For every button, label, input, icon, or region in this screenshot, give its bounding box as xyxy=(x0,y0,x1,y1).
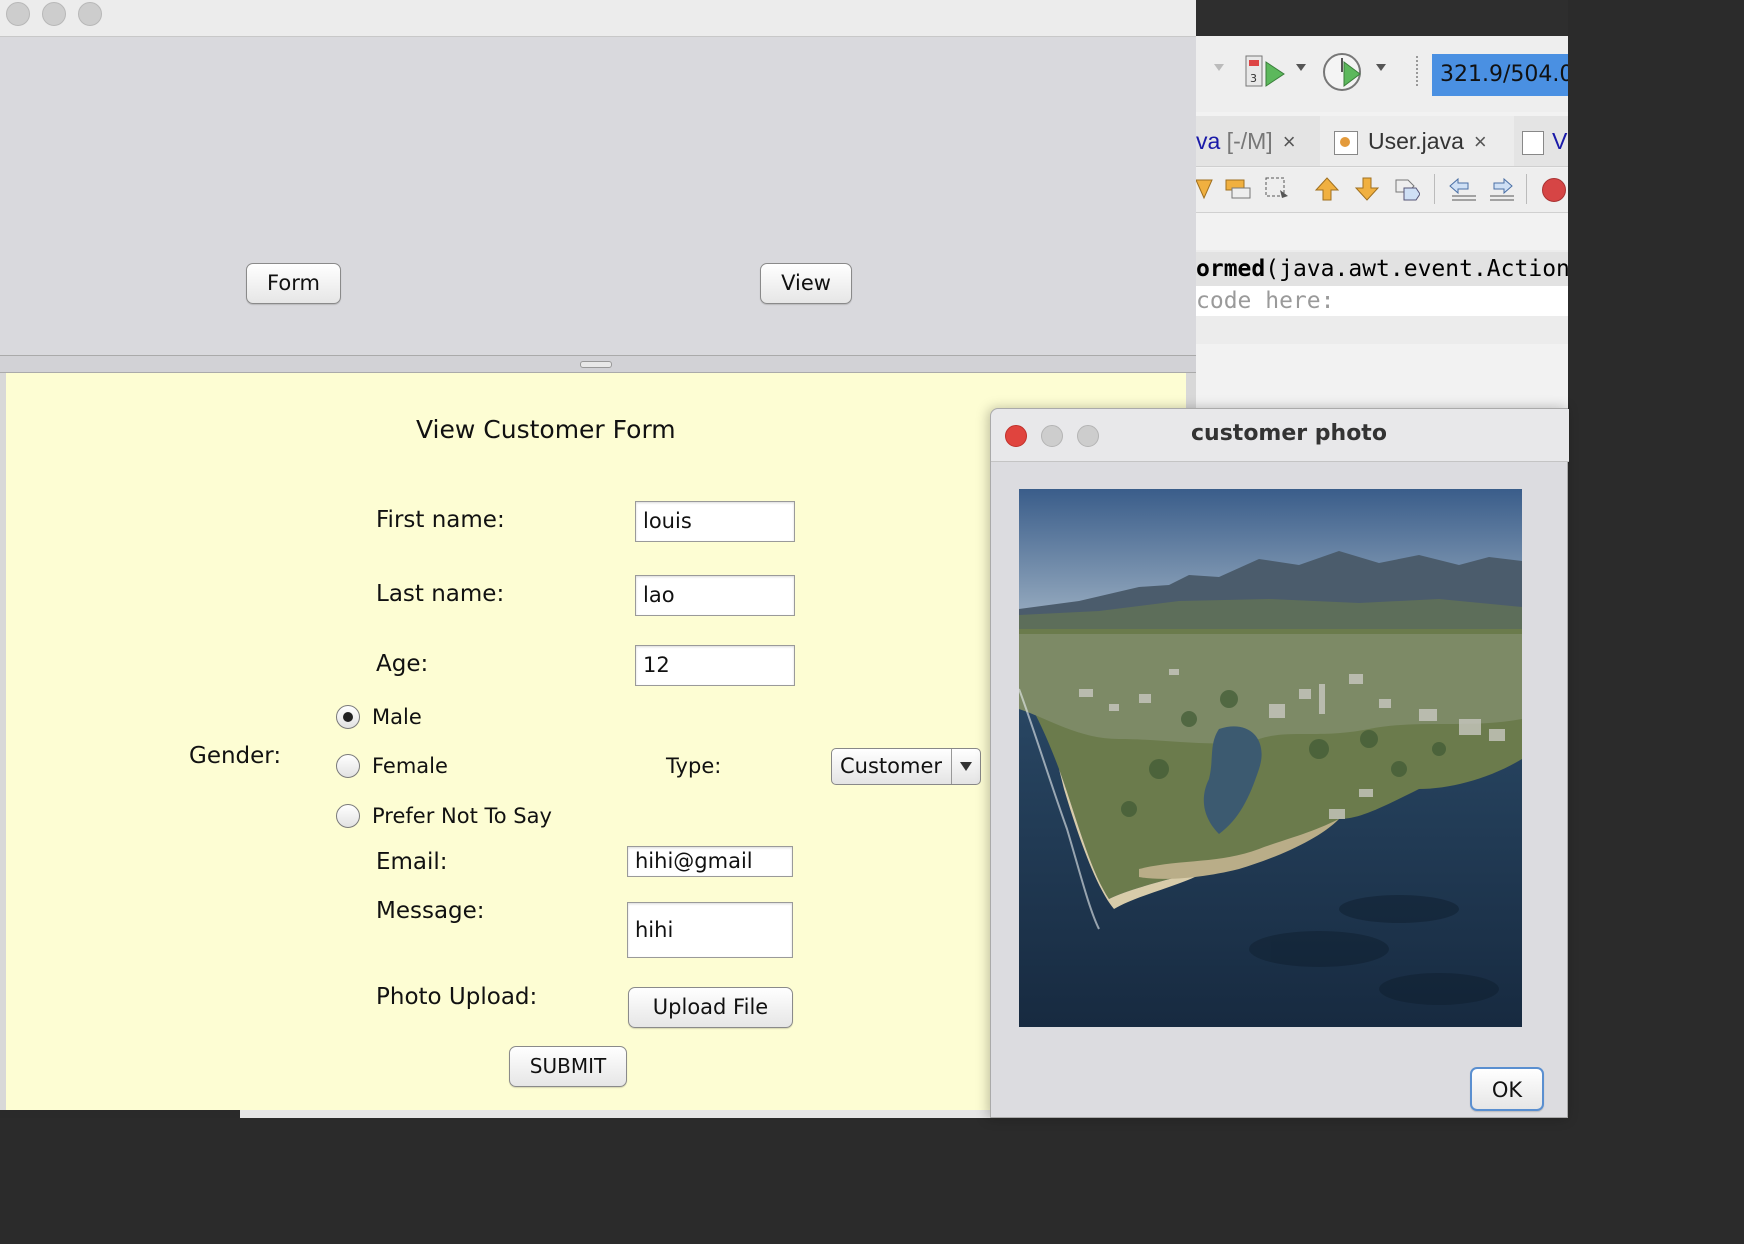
previous-occurrence-icon[interactable] xyxy=(1314,176,1340,202)
age-field[interactable]: 12 xyxy=(635,645,795,686)
split-pane-divider[interactable] xyxy=(0,355,1196,373)
close-icon[interactable]: × xyxy=(1283,129,1296,154)
svg-text:3: 3 xyxy=(1250,72,1257,85)
dialog-titlebar: customer photo xyxy=(991,409,1569,462)
upload-file-button[interactable]: Upload File xyxy=(628,987,793,1028)
next-occurrence-icon[interactable] xyxy=(1354,176,1380,202)
shift-right-icon[interactable] xyxy=(1488,176,1518,202)
divider-grip-icon[interactable] xyxy=(580,361,612,368)
dropdown-arrow-icon[interactable] xyxy=(1296,64,1306,71)
shift-left-icon[interactable] xyxy=(1448,176,1478,202)
toggle-bookmark-icon[interactable] xyxy=(1224,176,1254,202)
gender-option-label: Male xyxy=(372,705,422,729)
close-icon[interactable]: × xyxy=(1474,129,1487,154)
customer-photo-dialog: customer photo OK xyxy=(990,408,1569,1118)
ide-top-bar xyxy=(1196,0,1568,36)
memory-indicator[interactable]: 321.9/504.0 xyxy=(1432,54,1568,96)
customer-photo-image xyxy=(1019,489,1522,1027)
editor-tabs: va [-/M] × User.java × V xyxy=(1196,116,1568,167)
toolbar-separator xyxy=(1526,174,1527,204)
submit-button[interactable]: SUBMIT xyxy=(509,1046,627,1087)
gender-option-label: Female xyxy=(372,754,448,778)
gender-radio-male[interactable] xyxy=(336,705,360,729)
zoom-window-icon[interactable] xyxy=(78,2,102,26)
email-label: Email: xyxy=(376,849,448,875)
dialog-title: customer photo xyxy=(1191,421,1387,446)
type-label: Type: xyxy=(666,754,722,778)
message-field[interactable]: hihi xyxy=(627,902,793,958)
photo-upload-label: Photo Upload: xyxy=(376,984,538,1010)
dropdown-arrow-icon[interactable] xyxy=(1376,64,1386,71)
last-name-label: Last name: xyxy=(376,581,505,607)
last-name-field[interactable]: lao xyxy=(635,575,795,616)
form-button[interactable]: Form xyxy=(246,263,341,304)
main-window-titlebar xyxy=(0,0,1196,37)
run-config-icon[interactable]: 3 xyxy=(1244,52,1288,92)
navigation-panel: Form View xyxy=(0,37,1196,355)
form-file-icon xyxy=(1522,130,1544,155)
editor-tab[interactable]: va [-/M] × xyxy=(1196,116,1318,166)
java-file-icon xyxy=(1334,130,1358,155)
code-line: ormed(java.awt.event.Action xyxy=(1196,252,1570,286)
toolbar-separator xyxy=(1434,174,1435,204)
bookmark-icon[interactable] xyxy=(1196,176,1222,202)
code-editor[interactable]: ormed(java.awt.event.Action code here: xyxy=(1196,250,1570,344)
age-label: Age: xyxy=(376,651,429,677)
toolbar-separator xyxy=(1416,56,1421,86)
minimize-window-icon[interactable] xyxy=(42,2,66,26)
code-line: code here: xyxy=(1196,286,1568,316)
close-window-icon[interactable] xyxy=(1005,425,1027,447)
zoom-window-icon[interactable] xyxy=(1077,425,1099,447)
chevron-down-icon[interactable] xyxy=(951,749,980,784)
message-label: Message: xyxy=(376,898,485,924)
type-select[interactable]: Customer xyxy=(831,748,981,785)
editor-tab-user-java[interactable]: User.java × xyxy=(1320,116,1514,166)
close-window-icon[interactable] xyxy=(6,2,30,26)
view-button[interactable]: View xyxy=(760,263,852,304)
minimize-window-icon[interactable] xyxy=(1041,425,1063,447)
first-name-field[interactable]: louis xyxy=(635,501,795,542)
gender-radio-prefer-not-to-say[interactable] xyxy=(336,804,360,828)
record-macro-icon[interactable] xyxy=(1542,178,1566,202)
first-name-label: First name: xyxy=(376,507,505,533)
gender-radio-female[interactable] xyxy=(336,754,360,778)
selection-icon[interactable] xyxy=(1264,176,1290,202)
gender-option-label: Prefer Not To Say xyxy=(372,804,552,828)
profile-run-icon[interactable] xyxy=(1322,50,1366,94)
dropdown-arrow-icon[interactable] xyxy=(1214,64,1224,71)
email-field[interactable]: hihi@gmail xyxy=(627,846,793,877)
ide-toolbar: 3 321.9/504.0 xyxy=(1196,36,1568,112)
form-title: View Customer Form xyxy=(416,415,676,444)
find-selection-icon[interactable] xyxy=(1394,176,1420,202)
editor-tab[interactable]: V xyxy=(1522,116,1568,166)
ok-button[interactable]: OK xyxy=(1470,1067,1544,1111)
gender-label: Gender: xyxy=(189,743,282,769)
editor-toolbar xyxy=(1196,168,1568,213)
